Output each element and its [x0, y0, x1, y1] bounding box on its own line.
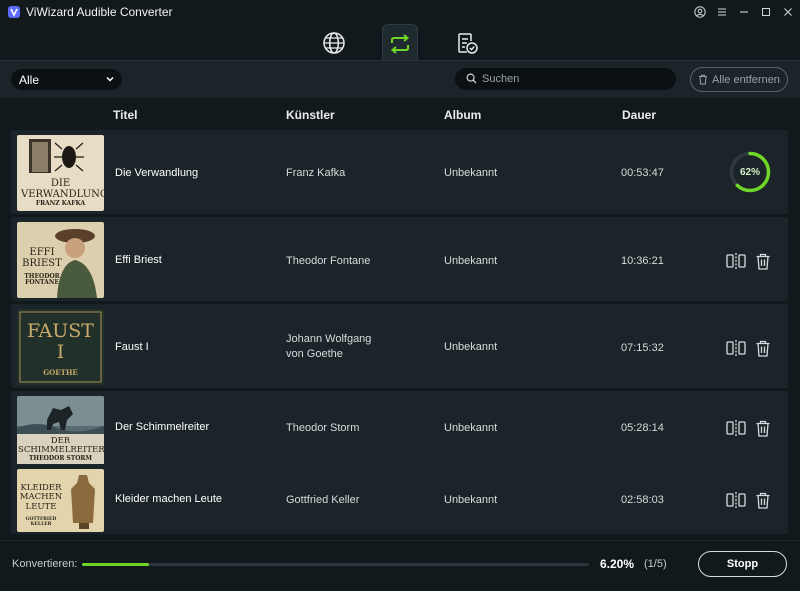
cover-image: EFFI BRIEST THEODOR FONTANE	[17, 222, 104, 298]
table-row[interactable]: KLEIDER MACHEN LEUTE GOTTFRIED KELLER Kl…	[11, 464, 788, 534]
cover-image: KLEIDER MACHEN LEUTE GOTTFRIED KELLER	[17, 469, 104, 532]
close-icon[interactable]	[780, 4, 796, 20]
split-icon[interactable]	[726, 338, 746, 358]
converted-list-icon	[458, 33, 478, 54]
split-icon[interactable]	[726, 251, 746, 271]
cover-image: FAUST I GOETHE	[17, 309, 104, 385]
cover-author: FRANZ KAFKA	[35, 200, 86, 207]
cover-author: THEODOR STORM	[28, 455, 93, 462]
row-title: Die Verwandlung	[115, 167, 199, 179]
row-album: Unbekannt	[444, 255, 498, 267]
header-album[interactable]: Album	[444, 108, 481, 122]
row-duration: 00:53:47	[621, 167, 664, 179]
row-album: Unbekannt	[444, 494, 498, 506]
row-artist-line2: von Goethe	[286, 348, 343, 360]
title-bar: ViWizard Audible Converter	[0, 0, 800, 24]
trash-icon	[699, 74, 708, 85]
progress-ring: 62%	[728, 150, 772, 194]
row-duration: 05:28:14	[621, 422, 664, 434]
remove-all-label: Alle entfernen	[712, 73, 780, 86]
cover-author: THEODOR FONTANE	[24, 273, 60, 287]
row-artist-line1: Johann Wolfgang	[286, 333, 372, 345]
table-row[interactable]: FAUST I GOETHE Faust I Johann Wolfgang v…	[11, 304, 788, 388]
cover-author: GOTTFRIED KELLER	[25, 517, 57, 527]
progress-label: 62%	[739, 166, 760, 178]
overall-progress-bar	[82, 563, 589, 566]
row-duration: 02:58:03	[621, 494, 664, 506]
row-duration: 07:15:32	[621, 342, 664, 354]
filter-value: Alle	[19, 72, 40, 87]
remove-all-button[interactable]: Alle entfernen	[690, 67, 788, 92]
row-title: Faust I	[115, 341, 149, 353]
tab-convert[interactable]	[382, 24, 418, 62]
row-album: Unbekannt	[444, 167, 498, 179]
overall-progress-fill	[82, 563, 150, 566]
row-artist: Gottfried Keller	[286, 494, 360, 506]
cover-title: EFFI BRIEST	[22, 247, 62, 269]
globe-icon	[323, 32, 345, 54]
delete-icon[interactable]	[753, 338, 773, 358]
search-input[interactable]	[482, 71, 667, 87]
table-row[interactable]: DER SCHIMMELREITER THEODOR STORM Der Sch…	[11, 391, 788, 475]
row-duration: 10:36:21	[621, 255, 664, 267]
table-row[interactable]: EFFI BRIEST THEODOR FONTANE Effi Briest …	[11, 217, 788, 301]
cover-title: FAUST I	[27, 320, 94, 363]
overall-percent: 6.20%	[600, 557, 635, 571]
convert-icon	[390, 33, 410, 54]
cover-image: DER SCHIMMELREITER THEODOR STORM	[17, 396, 104, 465]
delete-icon[interactable]	[753, 490, 773, 510]
account-icon[interactable]	[692, 4, 708, 20]
delete-icon[interactable]	[753, 251, 773, 271]
table-row[interactable]: DIE VERWANDLUNG FRANZ KAFKA Die Verwandl…	[11, 130, 788, 214]
delete-icon[interactable]	[753, 418, 773, 438]
search-box	[455, 68, 676, 90]
cover-author: GOETHE	[43, 368, 78, 377]
row-artist: Theodor Storm	[286, 422, 360, 434]
stop-button[interactable]: Stopp	[698, 551, 787, 577]
cover-title: DER SCHIMMELREITER	[18, 436, 104, 455]
row-title: Effi Briest	[115, 254, 162, 266]
convert-label: Konvertieren:	[12, 558, 78, 570]
menu-icon[interactable]	[714, 4, 730, 20]
row-album: Unbekannt	[444, 422, 498, 434]
tab-converted[interactable]	[449, 24, 485, 62]
cover-title: KLEIDER MACHEN LEUTE	[19, 483, 63, 512]
row-artist: Theodor Fontane	[286, 255, 371, 267]
row-artist: Johann Wolfgang von Goethe	[286, 332, 371, 362]
overall-count: (1/5)	[644, 558, 667, 570]
header-artist[interactable]: Künstler	[286, 108, 335, 122]
header-duration[interactable]: Dauer	[622, 108, 656, 122]
split-icon[interactable]	[726, 490, 746, 510]
row-title: Kleider machen Leute	[115, 493, 223, 505]
maximize-icon[interactable]	[758, 4, 774, 20]
header-title[interactable]: Titel	[113, 108, 137, 122]
chevron-down-icon	[106, 76, 114, 82]
row-artist: Franz Kafka	[286, 167, 346, 179]
row-title: Der Schimmelreiter	[115, 421, 210, 433]
cover-title: DIE VERWANDLUNG	[21, 178, 104, 200]
cover-image: DIE VERWANDLUNG FRANZ KAFKA	[17, 135, 104, 211]
app-logo-icon	[8, 6, 20, 18]
search-icon	[466, 73, 477, 84]
filter-select[interactable]: Alle	[11, 69, 122, 90]
tab-web[interactable]	[316, 24, 352, 62]
window-title: ViWizard Audible Converter	[26, 5, 173, 19]
row-album: Unbekannt	[444, 341, 498, 353]
minimize-icon[interactable]	[736, 4, 752, 20]
split-icon[interactable]	[726, 418, 746, 438]
